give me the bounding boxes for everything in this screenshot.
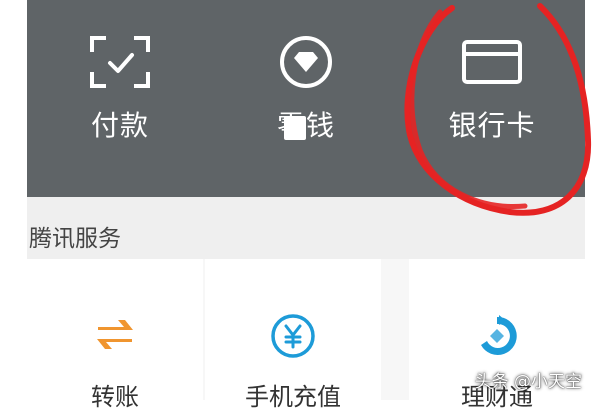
- wallet-panel: 付款 零钱 银行卡: [27, 0, 585, 197]
- wallet-item-label: 零钱: [213, 104, 399, 144]
- smudge-artifact: [284, 116, 306, 140]
- wallet-item-pay[interactable]: 付款: [27, 0, 213, 197]
- wallet-item-bank-card[interactable]: 银行卡: [399, 0, 585, 197]
- section-title: 腾讯服务: [29, 226, 121, 252]
- tencent-services-header: 腾讯服务: [27, 197, 585, 259]
- service-label: 转账: [91, 383, 139, 411]
- right-margin: [585, 0, 600, 400]
- diamond-coin-icon: [280, 36, 332, 88]
- transfer-arrows-icon: [97, 320, 133, 349]
- service-mobile-topup[interactable]: 手机充值: [205, 259, 381, 411]
- wealth-icon: [481, 315, 517, 355]
- service-transfer[interactable]: 转账: [27, 259, 203, 411]
- scan-pay-icon: [90, 36, 150, 88]
- left-margin: [0, 0, 27, 400]
- watermark: 头条 @小天空: [474, 372, 582, 392]
- yuan-icon: [271, 314, 315, 358]
- wallet-item-label: 银行卡: [448, 109, 536, 142]
- service-label: 手机充值: [245, 383, 341, 411]
- wallet-item-label: 付款: [90, 109, 149, 142]
- wallet-item-change[interactable]: 零钱: [213, 0, 399, 197]
- bank-card-icon: [462, 40, 522, 84]
